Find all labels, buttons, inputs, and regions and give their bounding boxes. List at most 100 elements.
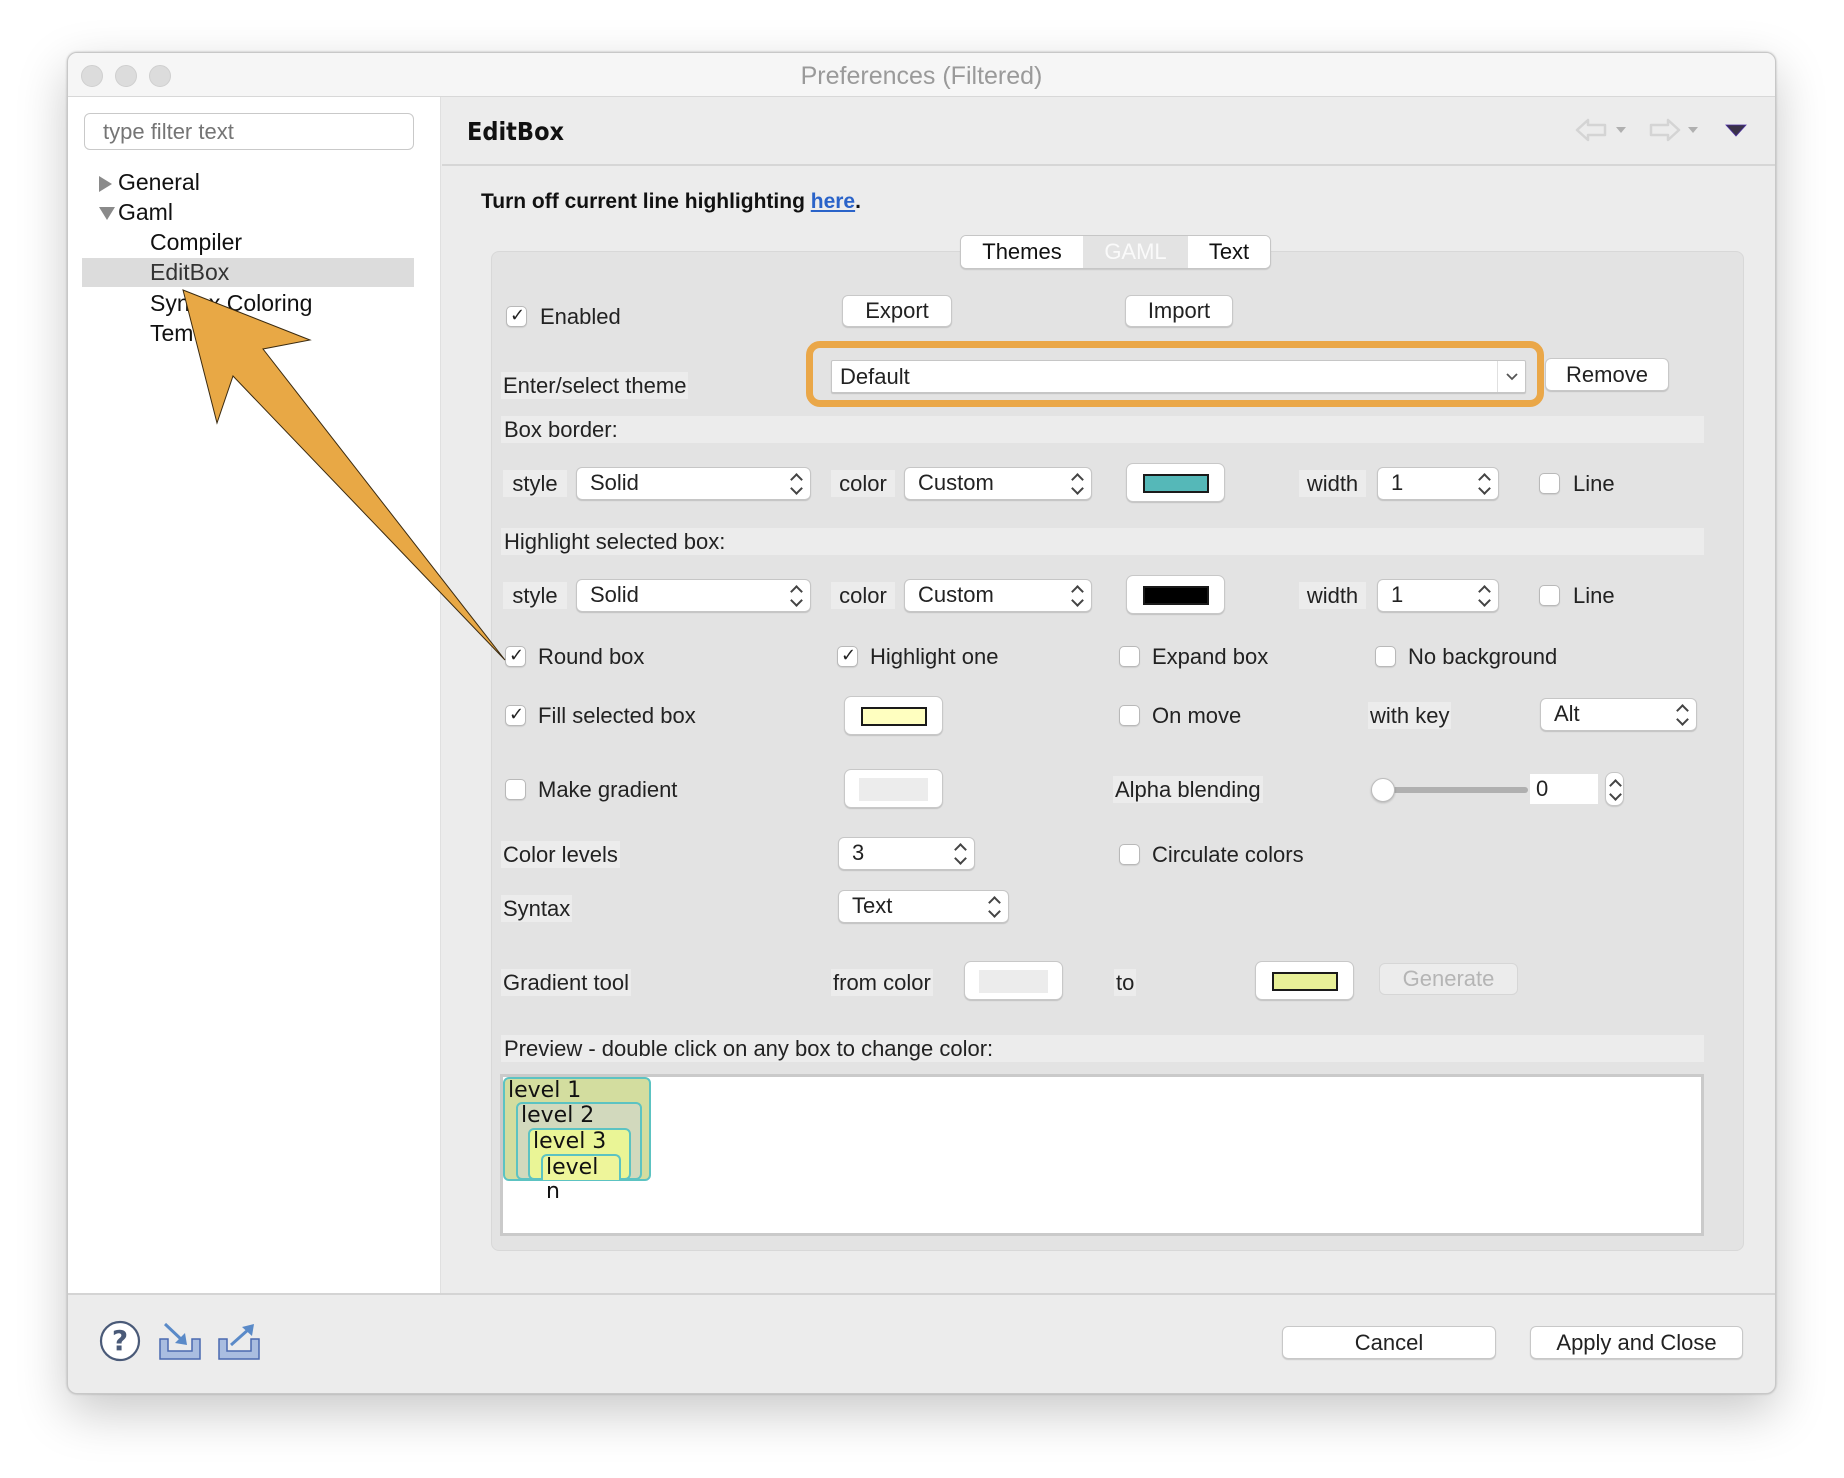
highlight-line-checkbox[interactable] xyxy=(1539,585,1560,606)
theme-label: Enter/select theme xyxy=(501,372,689,399)
with-key-select[interactable]: Alt xyxy=(1540,698,1697,731)
tree-item-editbox[interactable]: EditBox xyxy=(82,258,414,287)
updown-chevron-icon xyxy=(988,896,1000,918)
box-border-line-label: Line xyxy=(1573,471,1615,496)
highlight-color-swatch xyxy=(1143,586,1209,605)
updown-chevron-icon xyxy=(790,585,802,607)
updown-chevron-icon xyxy=(1478,585,1490,607)
apply-and-close-button[interactable]: Apply and Close xyxy=(1530,1326,1743,1359)
forward-arrow-icon[interactable] xyxy=(1647,117,1681,143)
highlight-style-select[interactable]: Solid xyxy=(576,579,811,612)
on-move-checkbox[interactable] xyxy=(1119,705,1140,726)
fill-color-swatch xyxy=(861,707,927,726)
box-border-width-label: width xyxy=(1299,470,1366,497)
box-border-color-select[interactable]: Custom xyxy=(904,467,1092,500)
box-border-color-button[interactable] xyxy=(1126,463,1225,502)
from-color-button[interactable] xyxy=(964,961,1063,1000)
cancel-button[interactable]: Cancel xyxy=(1282,1326,1496,1359)
expand-triangle-icon[interactable] xyxy=(99,176,112,192)
box-border-width-spinner[interactable]: 1 xyxy=(1377,467,1499,500)
no-background-label: No background xyxy=(1408,644,1558,669)
back-arrow-icon[interactable] xyxy=(1575,117,1609,143)
color-levels-label: Color levels xyxy=(501,841,620,868)
tree-item-gaml[interactable]: Gaml xyxy=(82,198,414,227)
color-levels-spinner[interactable]: 3 xyxy=(838,837,975,870)
info-text-suffix: . xyxy=(855,190,861,213)
preview-level-n[interactable]: level n xyxy=(541,1154,621,1204)
preview-area[interactable]: level 1 level 2 level 3 level n xyxy=(500,1074,1704,1236)
tree-item-templates[interactable]: Tem xyxy=(82,319,414,348)
tab-gaml[interactable]: GAML xyxy=(1083,236,1188,268)
back-dropdown-icon[interactable] xyxy=(1615,125,1627,135)
updown-chevron-icon xyxy=(1071,585,1083,607)
from-color-swatch xyxy=(979,970,1048,993)
alpha-value-field[interactable]: 0 xyxy=(1530,774,1598,804)
theme-combo[interactable]: Default xyxy=(831,360,1526,393)
preferences-window: Preferences (Filtered) General Gaml Comp… xyxy=(67,52,1776,1394)
highlight-width-spinner[interactable]: 1 xyxy=(1377,579,1499,612)
level-label: level 1 xyxy=(508,1078,582,1103)
tree-item-general[interactable]: General xyxy=(82,168,414,197)
to-color-swatch xyxy=(1272,972,1338,991)
no-background-checkbox[interactable] xyxy=(1375,646,1396,667)
make-gradient-checkbox[interactable] xyxy=(505,779,526,800)
page-title: EditBox xyxy=(467,117,565,146)
theme-combo-value: Default xyxy=(840,364,910,389)
expand-box-checkbox[interactable] xyxy=(1119,646,1140,667)
updown-chevron-icon xyxy=(954,843,966,865)
highlight-line-label: Line xyxy=(1573,583,1615,608)
round-box-checkbox[interactable] xyxy=(505,645,526,667)
to-color-label: to xyxy=(1114,969,1137,996)
tree-item-compiler[interactable]: Compiler xyxy=(82,228,414,257)
circulate-colors-checkbox[interactable] xyxy=(1119,844,1140,865)
generate-button[interactable]: Generate xyxy=(1379,963,1518,995)
tree-item-label: Syntax Coloring xyxy=(150,290,313,316)
to-color-button[interactable] xyxy=(1255,961,1354,1000)
highlight-style-label: style xyxy=(503,582,567,609)
forward-dropdown-icon[interactable] xyxy=(1687,125,1699,135)
remove-theme-button[interactable]: Remove xyxy=(1545,358,1669,391)
title-bar: Preferences (Filtered) xyxy=(68,53,1775,97)
collapse-triangle-icon[interactable] xyxy=(99,207,115,220)
view-menu-icon[interactable] xyxy=(1725,123,1747,137)
fill-color-button[interactable] xyxy=(844,696,943,735)
help-icon[interactable]: ? xyxy=(99,1320,141,1362)
updown-chevron-icon xyxy=(1478,473,1490,495)
tree-item-syntax-coloring[interactable]: Syntax Coloring xyxy=(82,289,414,318)
footer-divider xyxy=(68,1293,1775,1295)
highlight-color-button[interactable] xyxy=(1126,575,1225,614)
alpha-slider-thumb[interactable] xyxy=(1371,778,1395,802)
alpha-slider-track[interactable] xyxy=(1376,787,1528,793)
import-button[interactable]: Import xyxy=(1125,295,1233,327)
tab-themes[interactable]: Themes xyxy=(961,236,1083,268)
export-button[interactable]: Export xyxy=(842,295,952,327)
highlight-width-label: width xyxy=(1299,582,1366,609)
updown-chevron-icon xyxy=(1609,779,1621,801)
syntax-select[interactable]: Text xyxy=(838,890,1009,923)
enabled-label: Enabled xyxy=(540,304,621,329)
round-box-label: Round box xyxy=(538,644,645,669)
highlight-color-select[interactable]: Custom xyxy=(904,579,1092,612)
gradient-color-button[interactable] xyxy=(844,769,943,808)
box-border-section: Box border: xyxy=(501,416,1704,443)
highlight-color-label: color xyxy=(831,582,895,609)
box-border-style-select[interactable]: Solid xyxy=(576,467,811,500)
filter-input[interactable] xyxy=(84,113,414,150)
highlight-one-checkbox[interactable] xyxy=(837,645,858,667)
export-icon[interactable] xyxy=(216,1321,262,1363)
select-value: Alt xyxy=(1554,701,1580,726)
box-border-line-checkbox[interactable] xyxy=(1539,473,1560,494)
level-label: level n xyxy=(546,1155,599,1204)
spinner-value: 1 xyxy=(1391,470,1404,495)
header-nav xyxy=(1575,115,1747,145)
tab-text[interactable]: Text xyxy=(1188,236,1270,268)
combo-dropdown-button[interactable] xyxy=(1497,361,1525,392)
tree-item-label: General xyxy=(118,169,200,195)
alpha-stepper[interactable] xyxy=(1605,772,1624,806)
enabled-checkbox[interactable] xyxy=(506,305,527,327)
turn-off-highlighting-link[interactable]: here xyxy=(811,190,855,213)
alpha-blending-label: Alpha blending xyxy=(1113,776,1263,803)
highlight-section: Highlight selected box: xyxy=(501,528,1704,555)
fill-selected-checkbox[interactable] xyxy=(505,704,526,726)
import-icon[interactable] xyxy=(157,1321,203,1363)
